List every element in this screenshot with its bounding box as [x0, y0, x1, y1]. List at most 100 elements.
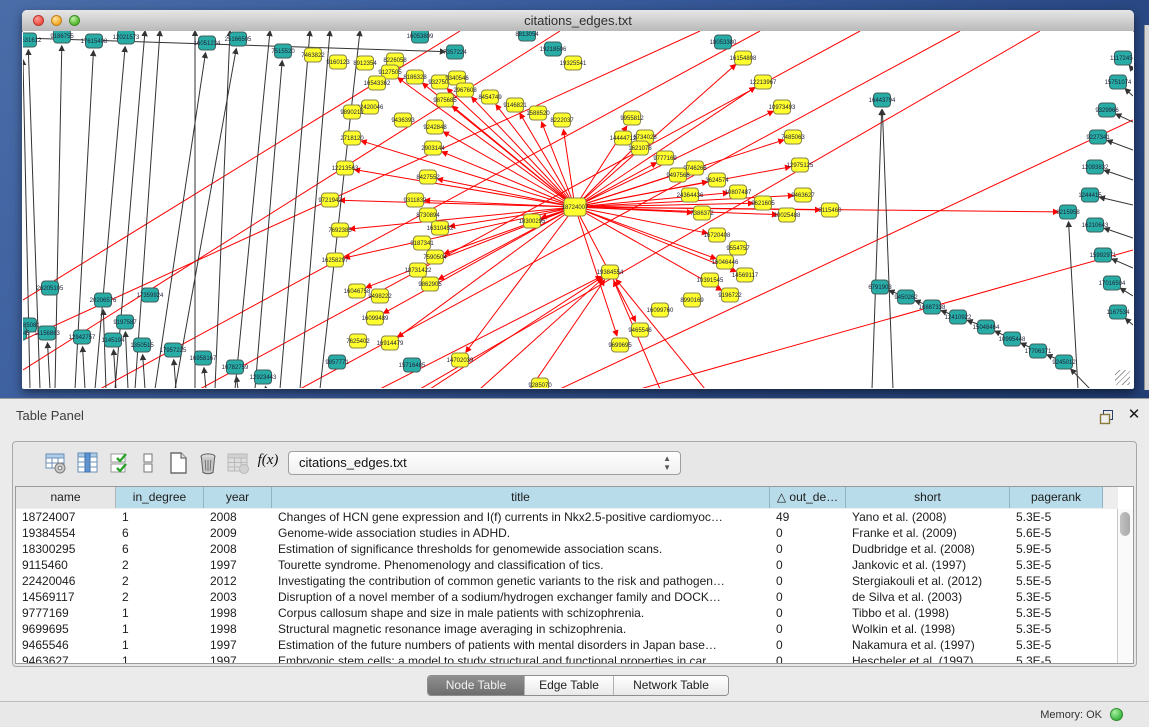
cell-name[interactable]: 18724007 [16, 509, 116, 525]
graph-node[interactable]: 9329966 [1095, 103, 1119, 117]
graph-node[interactable]: 16053809 [407, 31, 434, 43]
graph-node[interactable]: 2903144 [421, 141, 445, 155]
cell-out_de[interactable]: 0 [770, 525, 846, 541]
cell-out_de[interactable]: 49 [770, 509, 846, 525]
citation-edge-black[interactable] [300, 31, 330, 388]
graph-node[interactable]: 16782759 [222, 360, 249, 374]
table-settings-button[interactable] [43, 450, 69, 476]
graph-node[interactable]: 11172456 [1110, 51, 1133, 65]
graph-node[interactable]: 16210643 [1082, 218, 1109, 232]
graph-node[interactable]: 9197587 [113, 315, 137, 329]
citation-edge-black[interactable] [204, 368, 206, 388]
cell-short[interactable]: Franke et al. (2009) [846, 525, 1010, 541]
cell-title[interactable]: Structural magnetic resonance image aver… [272, 621, 770, 637]
cell-pagerank[interactable]: 5.5E-5 [1010, 573, 1103, 589]
graph-node[interactable]: 7515520 [271, 44, 295, 58]
cell-title[interactable]: Investigating the contribution of common… [272, 573, 770, 589]
graph-node[interactable]: 9465546 [628, 323, 652, 337]
cell-title[interactable]: Tourette syndrome. Phenomenology and cla… [272, 557, 770, 573]
graph-node[interactable]: 2967608 [453, 83, 477, 97]
cell-in_degree[interactable]: 2 [116, 589, 204, 605]
graph-node[interactable]: 9857771 [325, 355, 349, 369]
graph-node[interactable]: 9862905 [418, 277, 442, 291]
graph-node[interactable]: 26205105 [37, 281, 64, 295]
cell-year[interactable]: 1997 [204, 653, 272, 664]
table-row[interactable]: 946362711997Embryonic stem cells: a mode… [16, 653, 1118, 664]
citation-edge-black[interactable] [236, 377, 238, 388]
cell-name[interactable]: 9699695 [16, 621, 116, 637]
cell-title[interactable]: Estimation of significance thresholds fo… [272, 541, 770, 557]
column-header-title[interactable]: title [272, 487, 770, 508]
graph-node[interactable]: 8813054 [515, 31, 539, 41]
table-row[interactable]: 1872400712008Changes of HCN gene express… [16, 509, 1118, 525]
float-panel-icon[interactable] [1099, 409, 1116, 426]
citation-edge-black[interactable] [125, 332, 128, 388]
cell-pagerank[interactable]: 5.9E-5 [1010, 541, 1103, 557]
cell-short[interactable]: Tibbo et al. (1998) [846, 605, 1010, 621]
citation-edge-black[interactable] [83, 347, 85, 388]
graph-node[interactable]: 16046758 [344, 284, 371, 298]
graph-node[interactable]: 16443794 [869, 93, 896, 107]
graph-node[interactable]: 7386372 [690, 206, 714, 220]
graph-node[interactable]: 9436393 [391, 113, 415, 127]
validate-columns-button[interactable] [107, 450, 133, 476]
cell-name[interactable]: 22420046 [16, 573, 116, 589]
cell-short[interactable]: Yano et al. (2008) [846, 509, 1010, 525]
cell-in_degree[interactable]: 2 [116, 573, 204, 589]
graph-node[interactable]: 9146821 [503, 98, 527, 112]
cell-name[interactable]: 9115460 [16, 557, 116, 573]
graph-node[interactable]: 9285070 [528, 378, 552, 388]
graph-node[interactable]: 9621605 [751, 196, 775, 210]
cell-out_de[interactable]: 0 [770, 637, 846, 653]
citation-edge-black[interactable] [1121, 288, 1133, 296]
cell-title[interactable]: Estimation of the future numbers of pati… [272, 637, 770, 653]
cell-in_degree[interactable]: 1 [116, 653, 204, 664]
graph-node[interactable]: 16099760 [647, 303, 674, 317]
citation-edge-black[interactable] [1071, 369, 1090, 388]
cell-out_de[interactable]: 0 [770, 541, 846, 557]
cell-short[interactable]: de Silva et al. (2003) [846, 589, 1010, 605]
graph-node[interactable]: 1167534 [1107, 305, 1131, 319]
citation-edge-black[interactable] [882, 110, 893, 388]
graph-node[interactable]: 7625402 [346, 334, 370, 348]
graph-node[interactable]: 9227341 [1086, 130, 1110, 144]
cell-in_degree[interactable]: 2 [116, 557, 204, 573]
graph-node[interactable]: 12942757 [69, 330, 96, 344]
cell-year[interactable]: 2008 [204, 509, 272, 525]
graph-node[interactable]: 9890212 [340, 105, 364, 119]
citation-edge-black[interactable] [265, 387, 266, 388]
graph-node[interactable]: 7357224 [443, 45, 467, 59]
cell-pagerank[interactable]: 5.3E-5 [1010, 653, 1103, 664]
graph-node[interactable]: 8215958 [1056, 205, 1080, 219]
citation-edge-red[interactable] [480, 279, 603, 388]
cell-year[interactable]: 2009 [204, 525, 272, 541]
citation-edge-red[interactable] [438, 179, 575, 207]
cell-year[interactable]: 2012 [204, 573, 272, 589]
network-graph[interactable]: 1872400716154808122139671097349374850631… [23, 31, 1133, 388]
citation-edge-red[interactable] [563, 130, 575, 207]
cell-short[interactable]: Nakamura et al. (1997) [846, 637, 1010, 653]
cell-out_de[interactable]: 0 [770, 557, 846, 573]
graph-node[interactable]: 1621078 [628, 141, 652, 155]
graph-node[interactable]: 8186328 [403, 70, 427, 84]
citation-edge-black[interactable] [280, 31, 310, 388]
cell-name[interactable]: 19384554 [16, 525, 116, 541]
graph-node[interactable]: 9245012 [1052, 355, 1076, 369]
graph-node[interactable]: 9463627 [791, 188, 815, 202]
cell-in_degree[interactable]: 1 [116, 637, 204, 653]
citation-edge-black[interactable] [1125, 89, 1133, 96]
cell-out_de[interactable]: 0 [770, 605, 846, 621]
cell-title[interactable]: Corpus callosum shape and size in male p… [272, 605, 770, 621]
function-builder-button[interactable]: f(x) [255, 452, 281, 474]
cell-out_de[interactable]: 0 [770, 589, 846, 605]
graph-node[interactable]: 9777169 [653, 151, 677, 165]
cell-title[interactable]: Changes of HCN gene expression and I(f) … [272, 509, 770, 525]
cell-pagerank[interactable]: 5.3E-5 [1010, 557, 1103, 573]
graph-node[interactable]: 20206576 [90, 293, 117, 307]
graph-node[interactable]: 8222037 [550, 113, 574, 127]
citation-edge-black[interactable] [143, 355, 145, 388]
network-table-selector[interactable]: citations_edges.txt ▲▼ [288, 451, 681, 475]
table-row[interactable]: 1830029562008Estimation of significance … [16, 541, 1118, 557]
citation-edge-black[interactable] [1112, 259, 1133, 268]
citation-edge-black[interactable] [1100, 197, 1133, 205]
